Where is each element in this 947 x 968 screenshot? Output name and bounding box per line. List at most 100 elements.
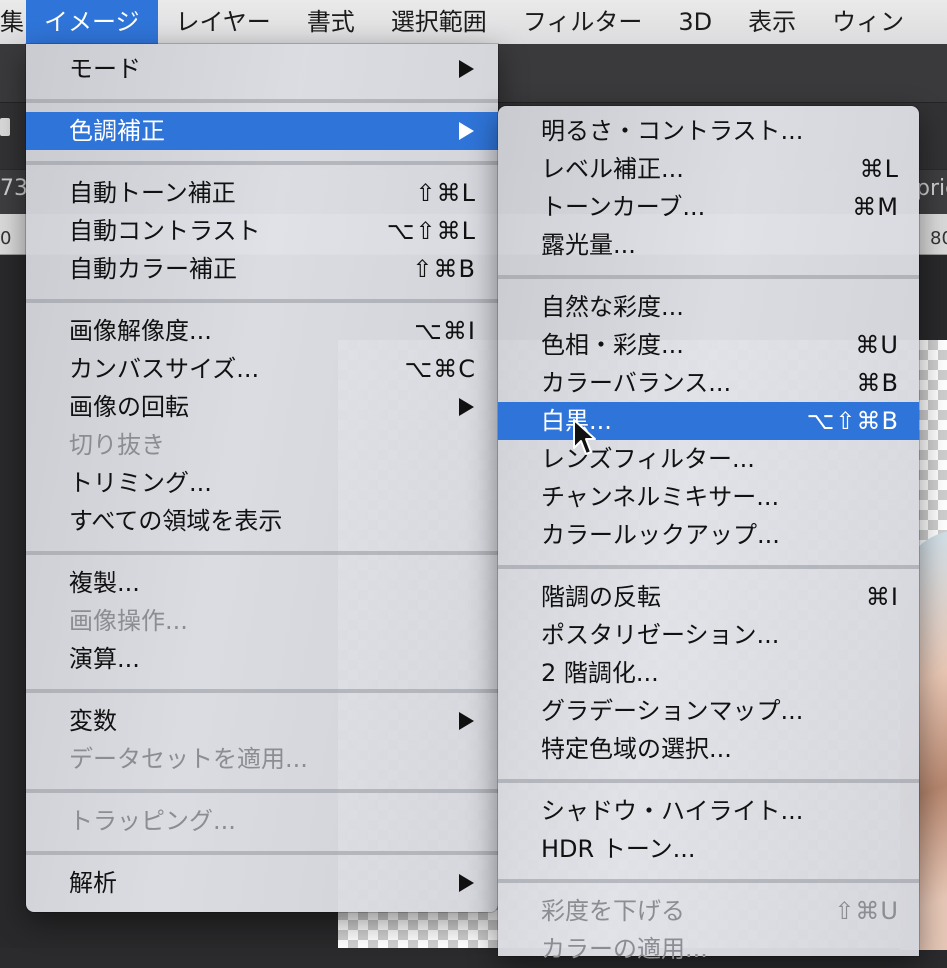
- menu-item-selective-color[interactable]: 特定色域の選択...: [498, 730, 919, 768]
- menubar-item-view[interactable]: 表示: [730, 0, 814, 44]
- menu-item-label: トラッピング...: [69, 807, 236, 835]
- submenu-arrow-icon: [459, 874, 474, 892]
- menu-item-label: 階調の反転: [541, 583, 661, 611]
- menu-item-color-lookup[interactable]: カラールックアップ...: [498, 516, 919, 554]
- menu-item-label: 自然な彩度...: [541, 293, 684, 321]
- menu-item-label: すべての領域を表示: [69, 507, 283, 535]
- menubar-item-filter[interactable]: フィルター: [505, 0, 661, 44]
- menu-separator: [26, 161, 498, 165]
- menubar-item-type[interactable]: 書式: [289, 0, 373, 44]
- menu-item-analysis[interactable]: 解析: [26, 864, 498, 902]
- menu-item-levels[interactable]: レベル補正... ⌘L: [498, 150, 919, 188]
- menu-item-label: グラデーションマップ...: [541, 697, 804, 725]
- menu-item-image-rotation[interactable]: 画像の回転: [26, 388, 498, 426]
- menu-item-label: トリミング...: [69, 469, 212, 497]
- menu-item-label: 演算...: [69, 645, 140, 673]
- menu-separator: [498, 779, 919, 783]
- submenu-arrow-icon: [459, 712, 474, 730]
- menu-item-label: 画像解像度...: [69, 317, 212, 345]
- menu-item-shortcut: ⌥⌘I: [414, 317, 476, 345]
- menu-item-exposure[interactable]: 露光量...: [498, 226, 919, 264]
- menu-item-label: 解析: [69, 869, 117, 897]
- menu-item-desaturate: 彩度を下げる ⇧⌘U: [498, 892, 919, 930]
- menu-item-mode[interactable]: モード: [26, 50, 498, 88]
- menu-item-label: 画像の回転: [69, 393, 189, 421]
- menu-item-apply-image: 画像操作...: [26, 602, 498, 640]
- adjustments-submenu: 明るさ・コントラスト... レベル補正... ⌘L トーンカーブ... ⌘M 露…: [498, 106, 919, 963]
- menubar-item-select[interactable]: 選択範囲: [373, 0, 505, 44]
- menu-item-label: 変数: [69, 707, 117, 735]
- menu-item-shortcut: ⌘I: [865, 583, 899, 611]
- menu-item-auto-tone[interactable]: 自動トーン補正 ⇧⌘L: [26, 174, 498, 212]
- menu-item-curves[interactable]: トーンカーブ... ⌘M: [498, 188, 919, 226]
- menu-item-shortcut: ⇧⌘L: [415, 179, 476, 207]
- menu-item-auto-color[interactable]: 自動カラー補正 ⇧⌘B: [26, 250, 498, 288]
- menu-item-shortcut: ⌥⇧⌘B: [806, 407, 899, 435]
- menu-item-label: 色調補正: [69, 117, 165, 145]
- submenu-arrow-icon: [459, 398, 474, 416]
- menu-item-duplicate[interactable]: 複製...: [26, 564, 498, 602]
- menu-item-apply-data-set: データセットを適用...: [26, 740, 498, 778]
- menubar-item-window[interactable]: ウィン: [814, 0, 922, 44]
- menu-item-label: 切り抜き: [69, 431, 165, 459]
- menu-item-shortcut: ⌘M: [852, 193, 899, 221]
- menu-item-canvas-size[interactable]: カンバスサイズ... ⌥⌘C: [26, 350, 498, 388]
- ruler-tick-right: 80: [930, 228, 947, 249]
- menu-item-label: カラールックアップ...: [541, 521, 780, 549]
- menu-item-invert[interactable]: 階調の反転 ⌘I: [498, 578, 919, 616]
- menu-item-label: 自動コントラスト: [69, 217, 261, 245]
- menu-item-label: HDR トーン...: [541, 835, 696, 863]
- menu-item-vibrance[interactable]: 自然な彩度...: [498, 288, 919, 326]
- menu-separator: [498, 879, 919, 883]
- menu-item-label: シャドウ・ハイライト...: [541, 797, 804, 825]
- menu-item-label: 複製...: [69, 569, 140, 597]
- menu-item-gradient-map[interactable]: グラデーションマップ...: [498, 692, 919, 730]
- submenu-arrow-icon: [459, 122, 474, 140]
- menu-separator: [26, 99, 498, 103]
- menu-item-trim[interactable]: トリミング...: [26, 464, 498, 502]
- ruler-tick-left: 0: [0, 228, 12, 249]
- menu-item-black-white[interactable]: 白黒... ⌥⇧⌘B: [498, 402, 919, 440]
- menu-item-label: ポスタリゼーション...: [541, 621, 780, 649]
- menu-item-shadows-highlights[interactable]: シャドウ・ハイライト...: [498, 792, 919, 830]
- info-right-text: pric: [916, 176, 947, 201]
- menu-item-calculations[interactable]: 演算...: [26, 640, 498, 678]
- menu-item-reveal-all[interactable]: すべての領域を表示: [26, 502, 498, 540]
- tab-checkbox-icon[interactable]: [0, 118, 10, 136]
- menu-item-label: データセットを適用...: [69, 745, 308, 773]
- menu-item-auto-contrast[interactable]: 自動コントラスト ⌥⇧⌘L: [26, 212, 498, 250]
- menubar-item-layer[interactable]: レイヤー: [158, 0, 289, 44]
- menubar-item-edit[interactable]: 集: [0, 0, 26, 44]
- menu-item-label: 自動カラー補正: [69, 255, 237, 283]
- menu-item-brightness-contrast[interactable]: 明るさ・コントラスト...: [498, 112, 919, 150]
- menu-item-shortcut: ⌘L: [859, 155, 899, 183]
- menu-item-channel-mixer[interactable]: チャンネルミキサー...: [498, 478, 919, 516]
- info-left-text: 73: [0, 176, 28, 201]
- menu-item-shortcut: ⌥⇧⌘L: [386, 217, 476, 245]
- menu-bar: 集 イメージ レイヤー 書式 選択範囲 フィルター 3D 表示 ウィン: [0, 0, 947, 45]
- image-menu: モード 色調補正 自動トーン補正 ⇧⌘L 自動コントラスト ⌥⇧⌘L 自動カラー…: [26, 44, 498, 912]
- menu-item-label: カラーの適用...: [541, 935, 708, 963]
- menu-item-adjustments[interactable]: 色調補正: [26, 112, 498, 150]
- menu-separator: [26, 689, 498, 693]
- menu-item-hdr-toning[interactable]: HDR トーン...: [498, 830, 919, 868]
- menu-item-label: 彩度を下げる: [541, 897, 685, 925]
- mouse-pointer-icon: [573, 419, 596, 455]
- menu-separator: [498, 275, 919, 279]
- menu-item-photo-filter[interactable]: レンズフィルター...: [498, 440, 919, 478]
- menu-item-posterize[interactable]: ポスタリゼーション...: [498, 616, 919, 654]
- menubar-item-3d[interactable]: 3D: [660, 0, 730, 44]
- menu-item-hue-saturation[interactable]: 色相・彩度... ⌘U: [498, 326, 919, 364]
- menu-item-threshold[interactable]: 2 階調化...: [498, 654, 919, 692]
- menu-item-label: 色相・彩度...: [541, 331, 684, 359]
- menubar-item-image[interactable]: イメージ: [26, 0, 158, 44]
- menu-item-shortcut: ⇧⌘B: [412, 255, 476, 283]
- menu-item-color-balance[interactable]: カラーバランス... ⌘B: [498, 364, 919, 402]
- menu-separator: [26, 299, 498, 303]
- submenu-arrow-icon: [459, 60, 474, 78]
- menu-item-label: 自動トーン補正: [69, 179, 236, 207]
- menu-item-image-size[interactable]: 画像解像度... ⌥⌘I: [26, 312, 498, 350]
- menu-item-variables[interactable]: 変数: [26, 702, 498, 740]
- menu-item-shortcut: ⌘B: [856, 369, 899, 397]
- menu-separator: [26, 789, 498, 793]
